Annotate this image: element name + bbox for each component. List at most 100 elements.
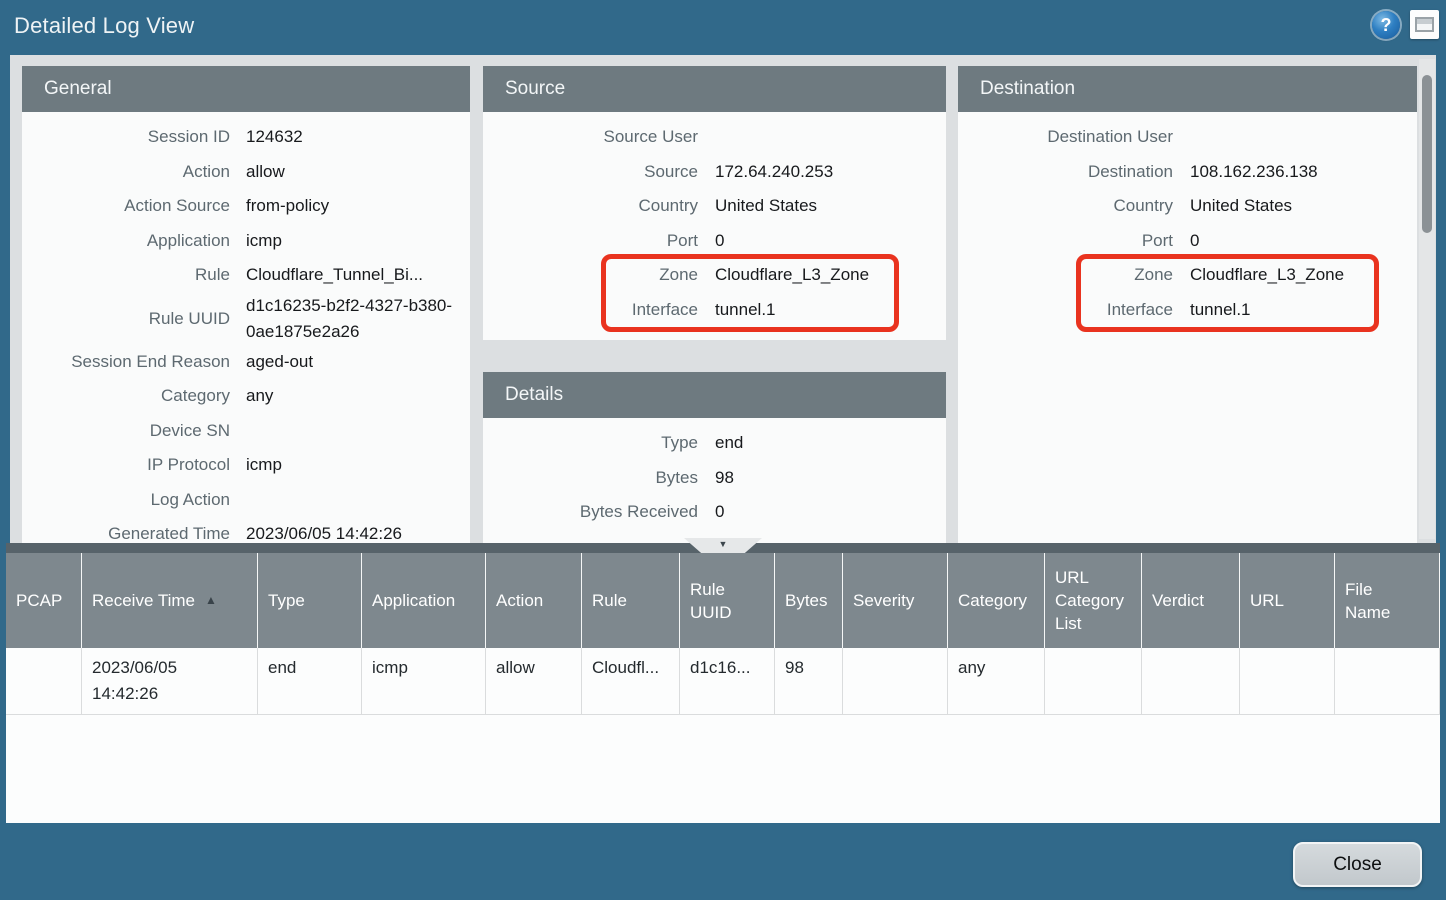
field-label: Log Action	[22, 489, 230, 511]
field-value: Cloudflare_L3_Zone	[1173, 262, 1417, 288]
field-value: 2023/06/05 14:42:26	[230, 521, 470, 543]
log-table-row[interactable]: 2023/06/05 14:42:26 end icmp allow Cloud…	[6, 648, 1440, 715]
column-header-verdict[interactable]: Verdict	[1142, 553, 1240, 648]
column-header-type[interactable]: Type	[258, 553, 362, 648]
field-label: Action	[22, 161, 230, 183]
field-label: Interface	[483, 299, 698, 321]
field-row-interface: Interface tunnel.1	[483, 293, 946, 328]
field-value: any	[230, 383, 470, 409]
field-row-interface: Interface tunnel.1	[958, 293, 1417, 328]
log-table: PCAP Receive Time ▲ Type Application Act…	[6, 553, 1440, 823]
field-value: tunnel.1	[1173, 297, 1417, 323]
column-header-url-category-list[interactable]: URL Category List	[1045, 553, 1142, 648]
field-row-rule: Rule Cloudflare_Tunnel_Bi...	[22, 258, 470, 293]
field-row-application: Application icmp	[22, 224, 470, 259]
field-value: icmp	[230, 452, 470, 478]
scrollbar-track[interactable]	[1419, 59, 1435, 539]
source-panel-body: Source User Source 172.64.240.253 Countr…	[483, 112, 946, 340]
field-value: 108.162.236.138	[1173, 159, 1417, 185]
field-value: United States	[698, 193, 946, 219]
field-value: icmp	[230, 228, 470, 254]
cell-url-category-list	[1045, 648, 1142, 715]
cell-bytes: 98	[775, 648, 843, 715]
cell-rule-uuid: d1c16...	[680, 648, 775, 715]
field-value: aged-out	[230, 349, 470, 375]
splitter-bar[interactable]: ▼	[6, 543, 1440, 553]
field-label: Source User	[483, 126, 698, 148]
field-row-session-id: Session ID 124632	[22, 120, 470, 155]
column-header-severity[interactable]: Severity	[843, 553, 948, 648]
column-header-application[interactable]: Application	[362, 553, 486, 648]
destination-panel-body: Destination User Destination 108.162.236…	[958, 112, 1417, 543]
cell-receive-time: 2023/06/05 14:42:26	[82, 648, 258, 715]
field-row-rule-uuid: Rule UUID d1c16235-b2f2-4327-b380-0ae187…	[22, 293, 470, 345]
source-panel: Source Source User Source 172.64.240.253…	[483, 66, 946, 340]
field-label: Port	[958, 230, 1173, 252]
column-header-rule[interactable]: Rule	[582, 553, 680, 648]
sort-ascending-icon: ▲	[205, 589, 217, 612]
field-row-action: Action allow	[22, 155, 470, 190]
field-value: 172.64.240.253	[698, 159, 946, 185]
column-header-category[interactable]: Category	[948, 553, 1045, 648]
column-header-pcap[interactable]: PCAP	[6, 553, 82, 648]
field-label: Bytes Received	[483, 501, 698, 523]
details-panel-title: Details	[483, 372, 946, 418]
field-label: Bytes	[483, 467, 698, 489]
window-icon[interactable]	[1410, 10, 1439, 39]
splitter-collapse-icon[interactable]: ▼	[684, 538, 762, 553]
field-label: Generated Time	[22, 523, 230, 543]
field-label: Country	[958, 195, 1173, 217]
cell-type: end	[258, 648, 362, 715]
cell-action: allow	[486, 648, 582, 715]
field-value: d1c16235-b2f2-4327-b380-0ae1875e2a26	[230, 293, 470, 345]
cell-rule: Cloudfl...	[582, 648, 680, 715]
field-value: 0	[1173, 228, 1417, 254]
cell-file-name	[1335, 648, 1440, 715]
field-label: Rule UUID	[22, 308, 230, 330]
scrollbar-thumb[interactable]	[1422, 75, 1432, 233]
field-row-type: Type end	[483, 426, 946, 461]
field-row-port: Port 0	[483, 224, 946, 259]
field-value: 0	[698, 228, 946, 254]
cell-category: any	[948, 648, 1045, 715]
field-row-zone: Zone Cloudflare_L3_Zone	[483, 258, 946, 293]
source-panel-title: Source	[483, 66, 946, 112]
field-value: allow	[230, 159, 470, 185]
column-label: Receive Time	[92, 589, 195, 612]
field-label: IP Protocol	[22, 454, 230, 476]
field-row-country: Country United States	[483, 189, 946, 224]
field-row-ip-protocol: IP Protocol icmp	[22, 448, 470, 483]
column-header-bytes[interactable]: Bytes	[775, 553, 843, 648]
field-label: Action Source	[22, 195, 230, 217]
help-icon[interactable]: ?	[1372, 11, 1400, 39]
details-panel-body: Type end Bytes 98 Bytes Received 0	[483, 418, 946, 543]
column-header-file-name[interactable]: File Name	[1335, 553, 1440, 648]
field-value: 98	[698, 465, 946, 491]
field-row-port: Port 0	[958, 224, 1417, 259]
column-header-url[interactable]: URL	[1240, 553, 1335, 648]
field-row-destination: Destination 108.162.236.138	[958, 155, 1417, 190]
field-label: Rule	[22, 264, 230, 286]
field-row-device-sn: Device SN	[22, 414, 470, 449]
log-table-header: PCAP Receive Time ▲ Type Application Act…	[6, 553, 1440, 648]
field-value: Cloudflare_Tunnel_Bi...	[230, 262, 470, 288]
field-value: tunnel.1	[698, 297, 946, 323]
field-value: from-policy	[230, 193, 470, 219]
field-value: United States	[1173, 193, 1417, 219]
field-row-source: Source 172.64.240.253	[483, 155, 946, 190]
field-row-action-source: Action Source from-policy	[22, 189, 470, 224]
close-button[interactable]: Close	[1293, 842, 1422, 887]
field-label: Interface	[958, 299, 1173, 321]
cell-verdict	[1142, 648, 1240, 715]
field-value: 124632	[230, 124, 470, 150]
field-label: Device SN	[22, 420, 230, 442]
column-header-action[interactable]: Action	[486, 553, 582, 648]
field-label: Country	[483, 195, 698, 217]
column-header-receive-time[interactable]: Receive Time ▲	[82, 553, 258, 648]
field-row-category: Category any	[22, 379, 470, 414]
column-header-rule-uuid[interactable]: Rule UUID	[680, 553, 775, 648]
field-row-destination-user: Destination User	[958, 120, 1417, 155]
field-value: end	[698, 430, 946, 456]
field-label: Zone	[483, 264, 698, 286]
field-value: 0	[698, 499, 946, 525]
